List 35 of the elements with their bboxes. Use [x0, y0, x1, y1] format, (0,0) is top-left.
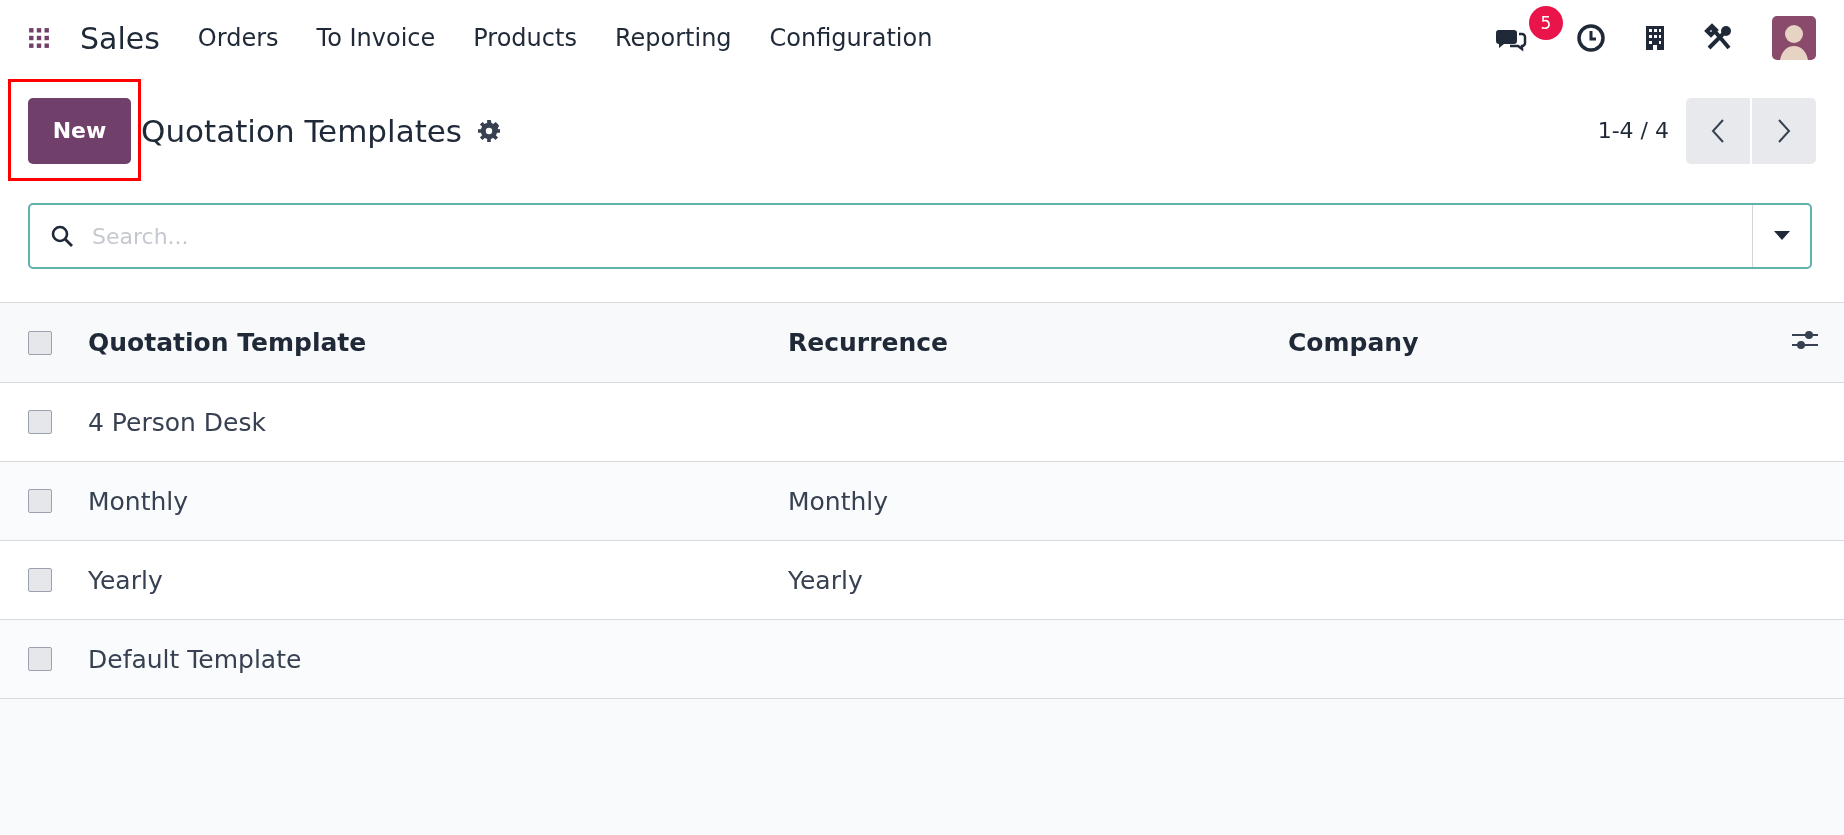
select-all-checkbox[interactable] [28, 330, 52, 355]
column-header[interactable]: Recurrence [788, 328, 948, 357]
column-header[interactable]: Quotation Template [88, 328, 367, 357]
menu-item[interactable]: To Invoice [316, 24, 436, 52]
row-checkbox[interactable] [28, 410, 52, 434]
settings-icon[interactable] [478, 119, 500, 142]
app-grid-icon[interactable] [28, 27, 50, 49]
app-name-link[interactable]: Sales [80, 20, 160, 56]
new-button[interactable]: New [28, 97, 131, 164]
column-header[interactable]: Company [1288, 328, 1419, 357]
table-cell: Yearly [788, 565, 863, 595]
menu-item[interactable]: Orders [197, 24, 279, 52]
search-icon [50, 224, 74, 248]
chevron-right-icon [1777, 117, 1791, 144]
row-checkbox[interactable] [28, 647, 52, 671]
table-cell: Monthly [88, 486, 189, 516]
pager-value: 1-4 / 4 [1597, 118, 1669, 143]
chevron-left-icon [1711, 117, 1725, 144]
sliders-icon[interactable] [1792, 329, 1818, 351]
table-cell: Monthly [788, 486, 889, 516]
caret-down-icon [1773, 231, 1790, 241]
menu-item[interactable]: Products [473, 24, 577, 52]
menu-item[interactable]: Reporting [614, 24, 732, 52]
menu-item[interactable]: Configuration [769, 24, 933, 52]
table-cell: Default Template [88, 644, 302, 674]
table-cell: Yearly [88, 565, 163, 595]
search-field[interactable]: Search... [28, 203, 1812, 269]
user-avatar[interactable] [1772, 16, 1816, 60]
table-cell: 4 Person Desk [88, 407, 266, 437]
message-count-badge: 5 [1529, 6, 1563, 40]
row-checkbox[interactable] [28, 489, 52, 513]
building-icon[interactable] [1644, 24, 1666, 52]
row-checkbox[interactable] [28, 568, 52, 592]
clock-icon[interactable] [1576, 23, 1606, 53]
page-title: Quotation Templates [141, 112, 462, 149]
